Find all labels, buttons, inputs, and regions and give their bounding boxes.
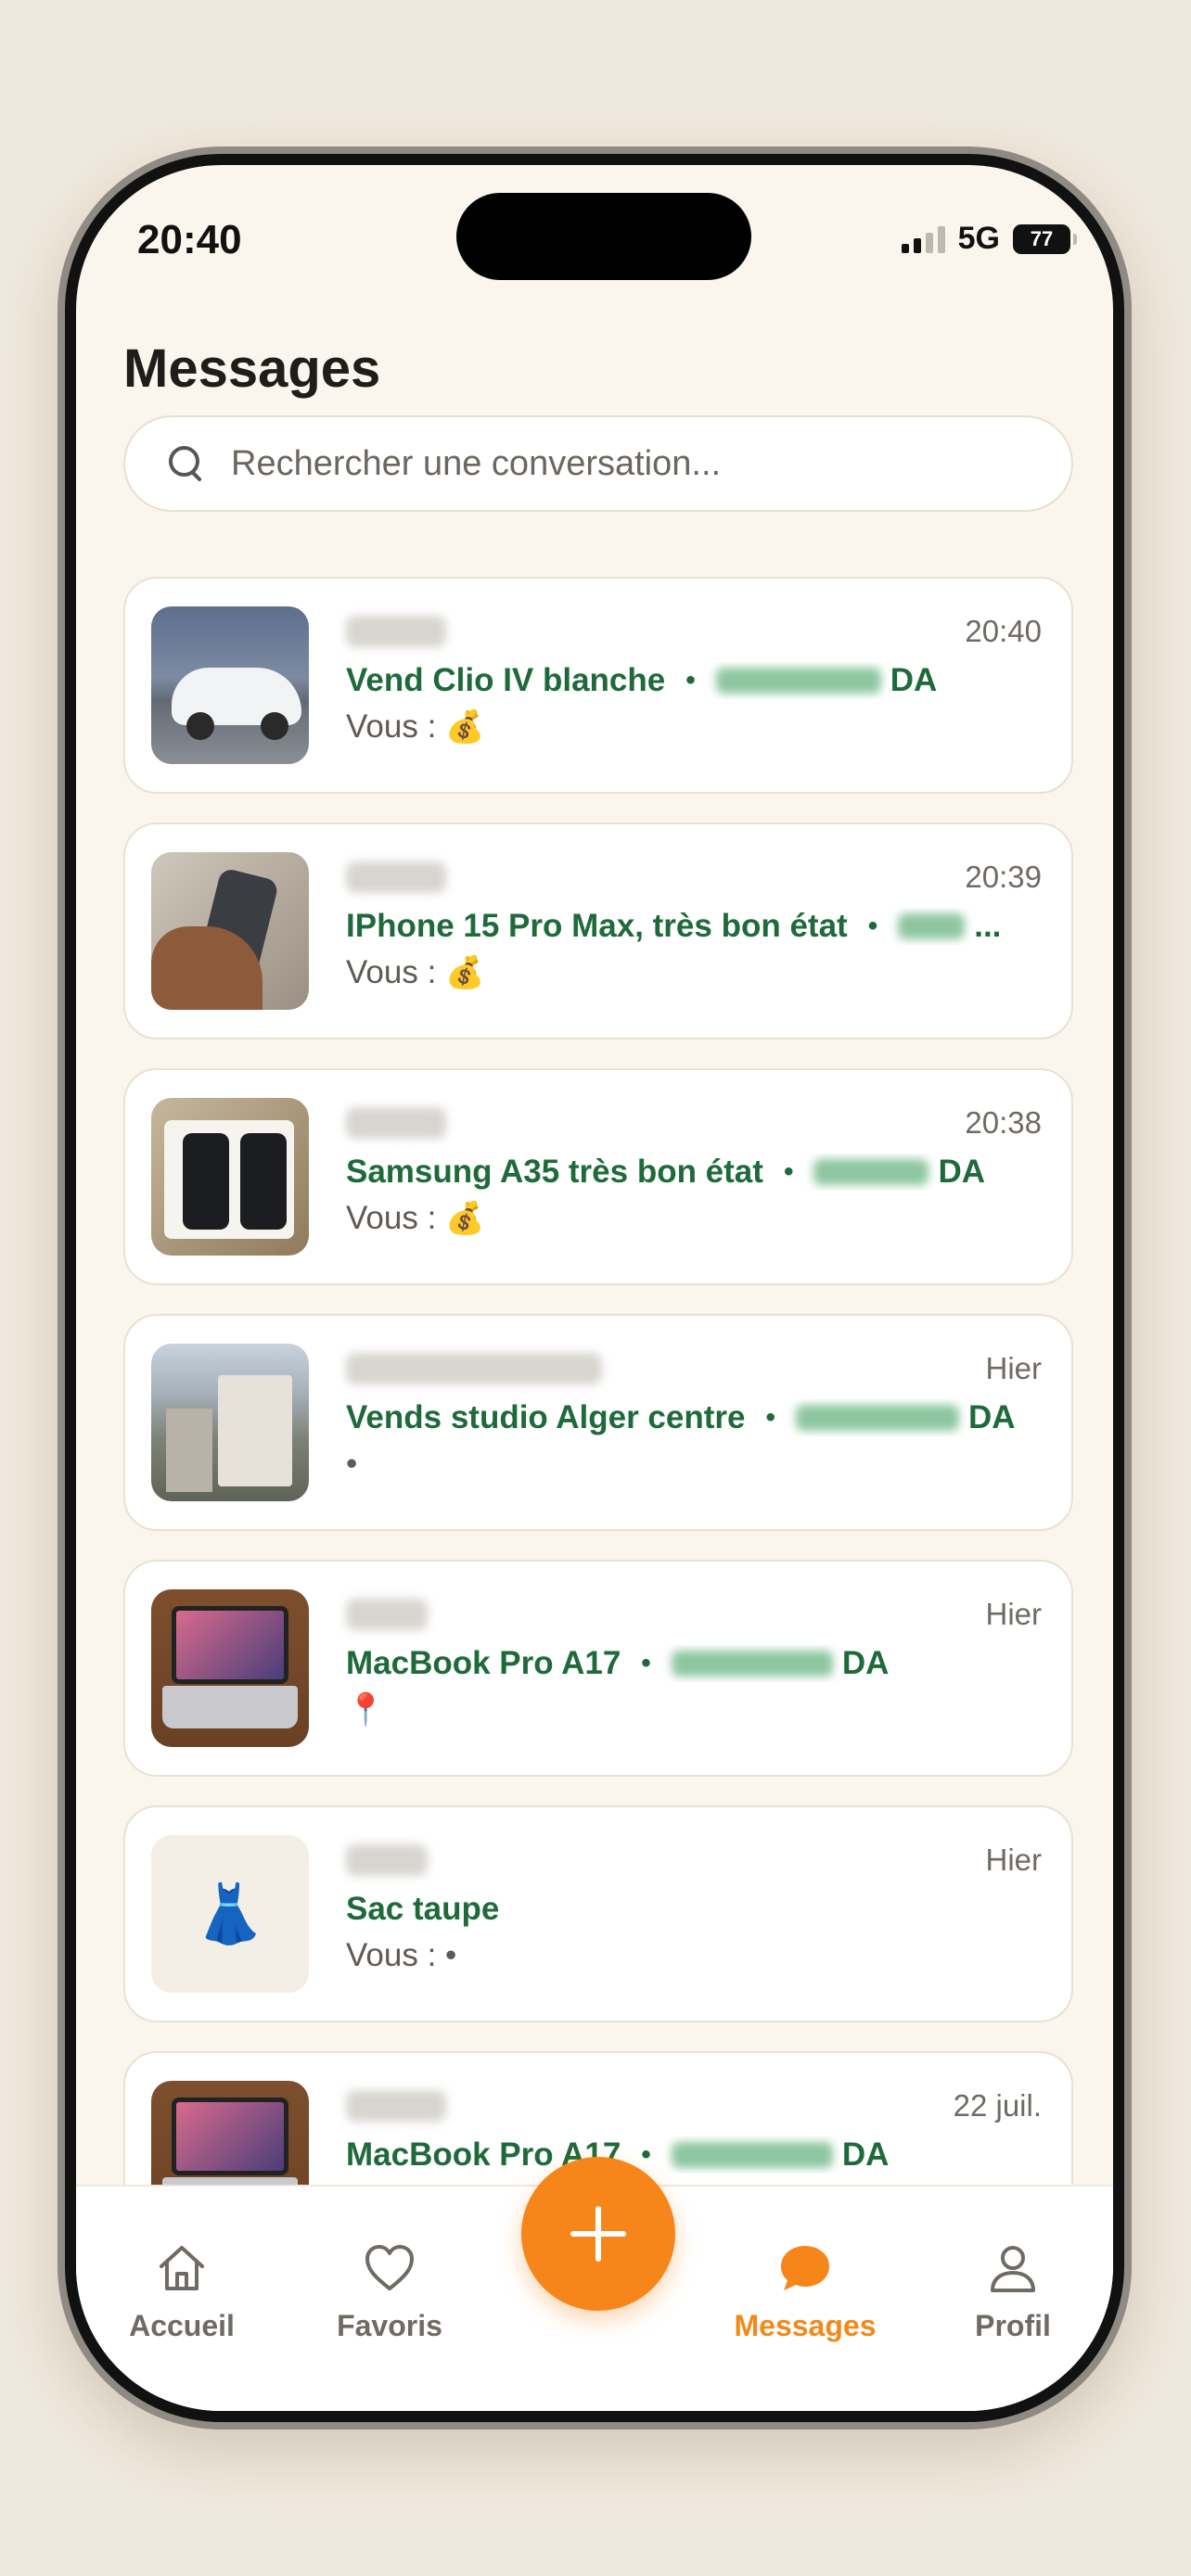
price-currency: DA — [938, 1154, 986, 1190]
price-currency: DA — [890, 662, 938, 698]
status-time: 20:40 — [137, 217, 242, 262]
listing-thumbnail — [151, 1098, 309, 1256]
heart-icon — [360, 2238, 419, 2298]
listing-title: Vend Clio IV blanche — [346, 662, 666, 698]
price-blurred — [671, 2142, 833, 2168]
listing-thumbnail — [151, 852, 309, 1010]
message-time: Hier — [985, 1843, 1042, 1877]
contact-name-blurred — [346, 2090, 446, 2122]
page-title: Messages — [123, 338, 381, 399]
contact-name-blurred — [346, 1844, 428, 1876]
last-message-preview: 📍 — [346, 1691, 385, 1728]
new-listing-button[interactable] — [521, 2157, 675, 2311]
listing-title: MacBook Pro A17 — [346, 1645, 621, 1681]
money-bag-icon: 💰 — [445, 1201, 485, 1236]
price-blurred — [796, 1405, 959, 1431]
contact-name-blurred — [346, 1599, 428, 1630]
separator-dot: • — [765, 1402, 775, 1433]
last-message-preview: • — [346, 1446, 357, 1483]
status-indicators: 5G 77 — [901, 221, 1077, 257]
tab-label: Profil — [975, 2309, 1051, 2342]
price-blurred — [813, 1159, 929, 1185]
network-type: 5G — [957, 221, 1000, 256]
conversation-item[interactable]: 20:39 IPhone 15 Pro Max, très bon état •… — [123, 823, 1073, 1039]
user-icon — [983, 2238, 1043, 2298]
message-time: Hier — [985, 1351, 1042, 1385]
conversation-item[interactable]: Hier MacBook Pro A17 • DA 📍 — [123, 1560, 1073, 1777]
preview-text: • — [346, 1446, 358, 1482]
separator-dot: • — [867, 911, 878, 941]
price-currency: DA — [841, 1645, 890, 1681]
battery-level: 77 — [1030, 226, 1054, 250]
dynamic-island — [456, 193, 751, 280]
message-time: 20:39 — [965, 860, 1042, 894]
preview-text: Vous : • — [346, 1937, 457, 1973]
price-blurred — [898, 913, 966, 939]
message-time: Hier — [985, 1597, 1042, 1631]
bottom-tab-bar: Accueil Favoris Messages Profil — [76, 2157, 1113, 2411]
contact-name-blurred — [346, 616, 446, 647]
conversation-item[interactable]: 20:40 Vend Clio IV blanche • DA Vous : 💰 — [123, 577, 1073, 794]
listing-title: Sac taupe — [346, 1891, 500, 1927]
app-screen: 20:40 5G 77 Messages Rechercher une conv… — [76, 165, 1113, 2411]
search-input[interactable]: Rechercher une conversation... — [123, 415, 1073, 512]
plus-icon — [570, 2206, 626, 2262]
tab-profil[interactable]: Profil — [920, 2238, 1106, 2343]
conversation-item[interactable]: 👗 Hier Sac taupe Vous : • — [123, 1805, 1073, 2022]
listing-thumbnail — [151, 1344, 309, 1501]
dress-icon: 👗 — [151, 1835, 309, 1993]
battery-icon: 77 — [1013, 223, 1077, 254]
device-frame: 20:40 5G 77 Messages Rechercher une conv… — [58, 147, 1132, 2429]
money-bag-icon: 💰 — [445, 955, 485, 990]
listing-thumbnail — [151, 606, 309, 764]
tab-messages[interactable]: Messages — [712, 2238, 898, 2343]
money-bag-icon: 💰 — [445, 709, 485, 745]
price-currency: DA — [968, 1399, 1016, 1435]
message-time: 20:40 — [965, 614, 1042, 648]
tab-accueil[interactable]: Accueil — [89, 2238, 275, 2343]
contact-name-blurred — [346, 1107, 446, 1139]
preview-text: Vous : — [346, 708, 446, 745]
preview-text: Vous : — [346, 1200, 446, 1236]
tab-label: Favoris — [337, 2309, 442, 2342]
last-message-preview: Vous : 💰 — [346, 954, 484, 991]
last-message-preview: Vous : 💰 — [346, 708, 484, 746]
tab-label: Accueil — [129, 2309, 235, 2342]
tab-label: Messages — [734, 2309, 877, 2342]
search-icon — [166, 443, 207, 484]
contact-name-blurred — [346, 1353, 602, 1384]
listing-title: Vends studio Alger centre — [346, 1399, 746, 1435]
signal-icon — [901, 225, 945, 253]
message-time: 22 juil. — [953, 2088, 1042, 2123]
listing-title: IPhone 15 Pro Max, très bon état — [346, 908, 848, 944]
conversation-item[interactable]: 20:38 Samsung A35 très bon état • DA Vou… — [123, 1068, 1073, 1285]
listing-title: Samsung A35 très bon état — [346, 1154, 763, 1190]
separator-dot: • — [783, 1156, 794, 1187]
tab-favoris[interactable]: Favoris — [297, 2238, 482, 2343]
price-blurred — [715, 668, 881, 694]
separator-dot: • — [641, 2139, 651, 2170]
separator-dot: • — [685, 665, 696, 695]
location-pin-icon: 📍 — [346, 1692, 386, 1728]
price-currency: ... — [974, 908, 1002, 944]
listing-thumbnail — [151, 1589, 309, 1747]
conversation-list: 20:40 Vend Clio IV blanche • DA Vous : 💰… — [123, 577, 1073, 2297]
chat-bubble-icon — [775, 2238, 835, 2298]
home-icon — [152, 2238, 211, 2298]
device-bezel: 20:40 5G 77 Messages Rechercher une conv… — [65, 154, 1124, 2422]
price-blurred — [671, 1651, 833, 1677]
separator-dot: • — [641, 1648, 651, 1678]
message-time: 20:38 — [965, 1105, 1042, 1140]
search-placeholder: Rechercher une conversation... — [231, 443, 722, 483]
contact-name-blurred — [346, 861, 446, 893]
last-message-preview: Vous : 💰 — [346, 1200, 484, 1237]
preview-text: Vous : — [346, 954, 446, 990]
conversation-item[interactable]: Hier Vends studio Alger centre • DA • — [123, 1314, 1073, 1531]
last-message-preview: Vous : • — [346, 1937, 456, 1974]
price-currency: DA — [841, 2136, 890, 2173]
